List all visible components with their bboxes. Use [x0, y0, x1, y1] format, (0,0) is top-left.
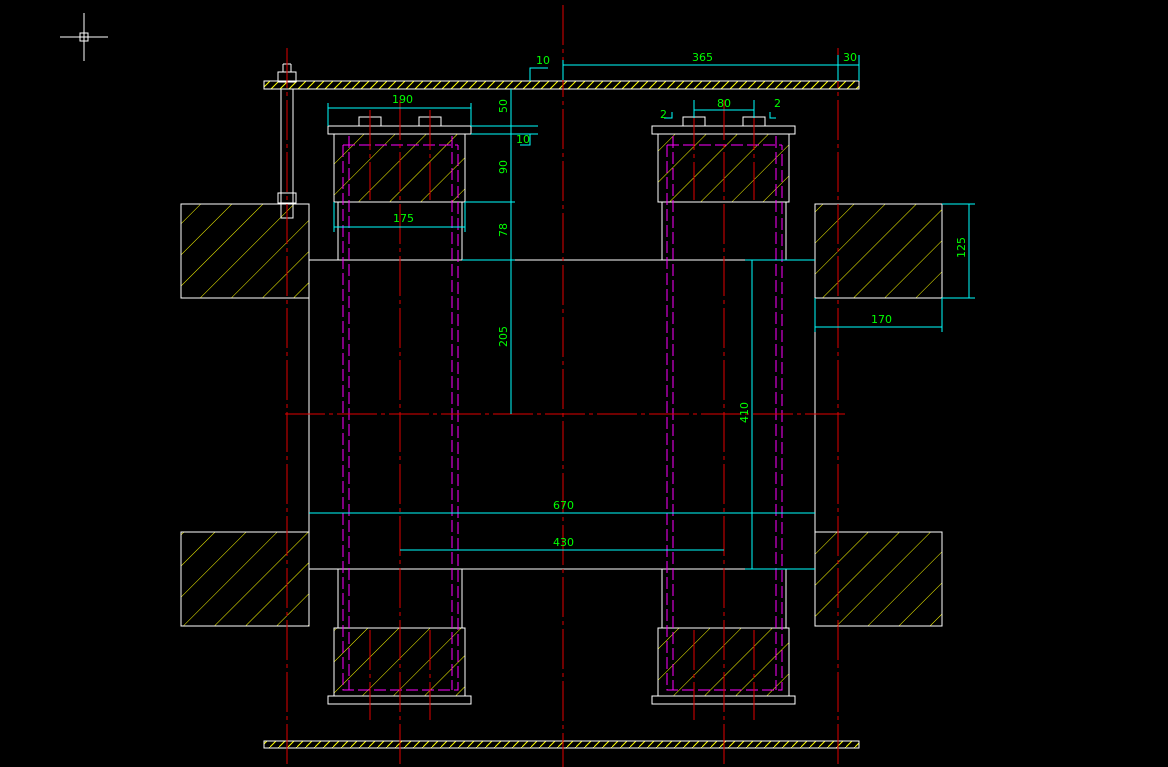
dim-365: 365: [692, 51, 713, 64]
dim-170: 170: [871, 313, 892, 326]
dim-205: 205: [497, 326, 510, 347]
dim-50: 50: [497, 99, 510, 113]
dim-2-left: 2: [660, 108, 667, 121]
right-column-assembly: [651, 100, 796, 767]
dim-125: 125: [955, 237, 968, 258]
dim-175: 175: [393, 212, 414, 225]
side-block-top-right: [814, 203, 943, 299]
dim-430: 430: [553, 536, 574, 549]
dim-90: 90: [497, 160, 510, 174]
left-column-assembly: [327, 100, 472, 767]
side-block-bottom-right: [814, 531, 943, 627]
dim-190: 190: [392, 93, 413, 106]
dim-80: 80: [717, 97, 731, 110]
dim-410: 410: [738, 402, 751, 423]
bottom-plate: [263, 740, 860, 749]
dim-2-right: 2: [774, 97, 781, 110]
dim-670: 670: [553, 499, 574, 512]
dim-10-top: 10: [536, 54, 550, 67]
cad-drawing: 10 365 30 190 50 10 90 175 78 205 2 80 2…: [60, 5, 975, 767]
dim-10-side: 10: [516, 133, 530, 146]
top-plate: [263, 80, 860, 90]
dim-78: 78: [497, 223, 510, 237]
dim-30: 30: [843, 51, 857, 64]
crosshair-cursor-icon: [60, 13, 108, 61]
side-block-bottom-left: [180, 531, 310, 627]
dimension-lines: [309, 55, 975, 570]
